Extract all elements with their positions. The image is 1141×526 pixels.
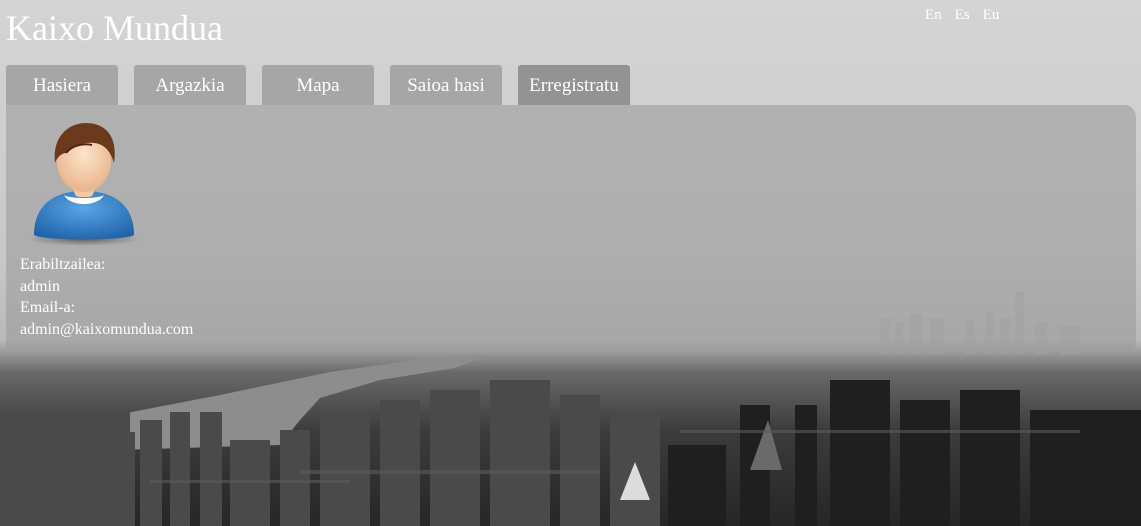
tab-mapa[interactable]: Mapa <box>262 65 374 105</box>
tab-hasiera[interactable]: Hasiera <box>6 65 118 105</box>
user-avatar-icon <box>28 123 140 246</box>
profile-details: Erabiltzailea: admin Email-a: admin@kaix… <box>20 254 193 340</box>
language-link-en[interactable]: En <box>925 7 942 24</box>
site-title: Kaixo Mundua <box>6 8 223 48</box>
main-nav: Hasiera Argazkia Mapa Saioa hasi Erregis… <box>6 65 646 105</box>
email-value: admin@kaixomundua.com <box>20 320 194 338</box>
username-value: admin <box>20 277 60 295</box>
profile-panel: Erabiltzailea: admin Email-a: admin@kaix… <box>6 105 1136 353</box>
language-selector: En Es Eu <box>925 7 1012 24</box>
language-link-eu[interactable]: Eu <box>983 7 1000 24</box>
tab-saioa-hasi[interactable]: Saioa hasi <box>390 65 502 105</box>
language-link-es[interactable]: Es <box>955 7 970 24</box>
email-label: Email-a: <box>20 299 76 316</box>
username-label: Erabiltzailea: <box>20 256 106 273</box>
tab-argazkia[interactable]: Argazkia <box>134 65 246 105</box>
tab-erregistratu[interactable]: Erregistratu <box>518 65 630 105</box>
